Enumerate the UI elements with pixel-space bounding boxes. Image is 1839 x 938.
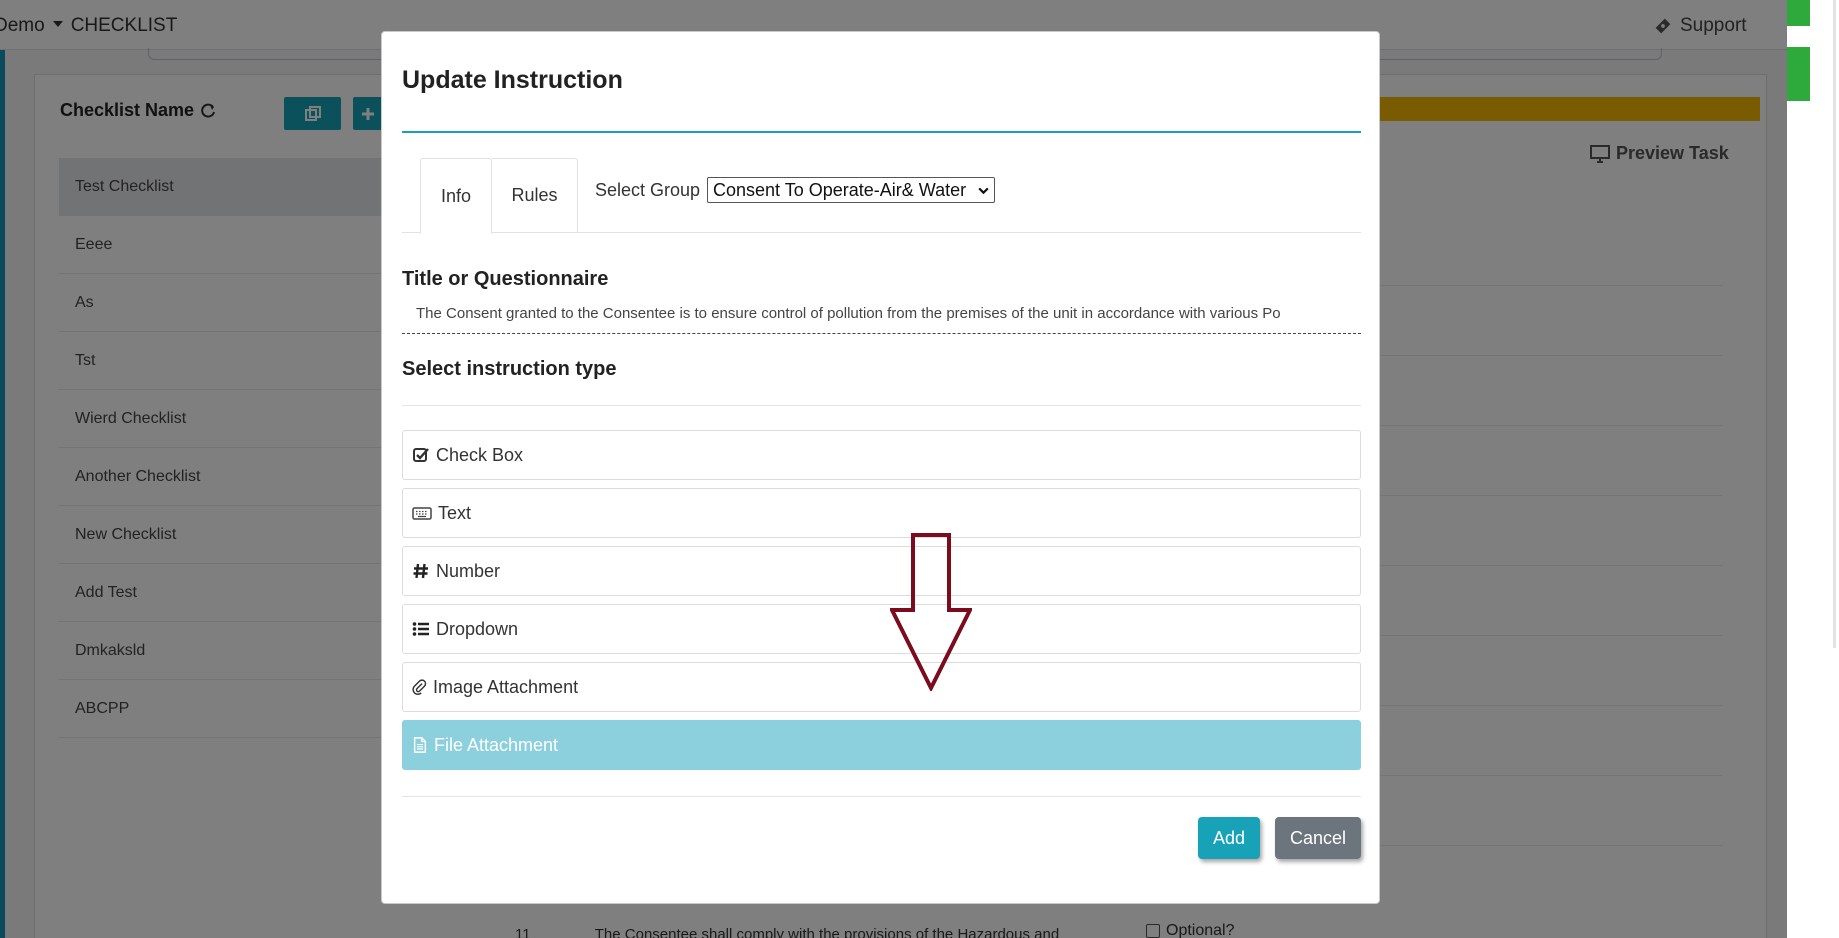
- instruction-type-list: Check Box Text Number Dropdown Image Att…: [402, 430, 1361, 778]
- hashtag-icon: [413, 563, 428, 579]
- type-option-check-box[interactable]: Check Box: [402, 430, 1361, 480]
- instruction-type-label: Select instruction type: [402, 358, 617, 380]
- update-instruction-modal: Update Instruction Info Rules Select Gro…: [381, 31, 1380, 904]
- green-badge: [1787, 47, 1810, 101]
- type-option-label: File Attachment: [434, 734, 559, 755]
- type-option-label: Number: [436, 560, 501, 581]
- group-select-value: Consent To Operate-Air& Water: [713, 179, 967, 200]
- type-option-text[interactable]: Text: [402, 488, 1361, 538]
- file-text-icon: [413, 737, 427, 753]
- select-group-label: Select Group: [595, 180, 701, 200]
- cancel-button[interactable]: Cancel: [1275, 817, 1361, 859]
- green-badge: [1787, 0, 1810, 26]
- scrollbar[interactable]: [1833, 0, 1836, 648]
- check-square-icon: [413, 448, 429, 462]
- footer-divider: [402, 796, 1361, 797]
- list-icon: [412, 622, 429, 636]
- type-option-number[interactable]: Number: [402, 546, 1361, 596]
- type-option-label: Text: [438, 502, 472, 523]
- type-option-file-attachment[interactable]: File Attachment: [402, 720, 1361, 770]
- tab-rules[interactable]: Rules: [492, 158, 578, 233]
- group-select[interactable]: Consent To Operate-Air& Water: [707, 177, 995, 203]
- question-label: Title or Questionnaire: [402, 268, 609, 290]
- keyboard-icon: [412, 507, 432, 520]
- paperclip-icon: [412, 679, 427, 695]
- modal-title: Update Instruction: [402, 66, 623, 94]
- annotation-arrow-icon: [890, 533, 972, 691]
- title-divider: [402, 131, 1361, 133]
- right-edge-panel: [1787, 0, 1839, 938]
- type-option-label: Dropdown: [436, 618, 519, 639]
- type-divider: [402, 405, 1361, 406]
- type-option-label: Image Attachment: [433, 676, 579, 697]
- tab-info[interactable]: Info: [420, 158, 492, 234]
- type-option-dropdown[interactable]: Dropdown: [402, 604, 1361, 654]
- add-button[interactable]: Add: [1198, 817, 1260, 859]
- type-option-image-attachment[interactable]: Image Attachment: [402, 662, 1361, 712]
- type-option-label: Check Box: [436, 444, 524, 465]
- question-input[interactable]: The Consent granted to the Consentee is …: [402, 296, 1361, 334]
- chevron-down-icon: [978, 187, 989, 195]
